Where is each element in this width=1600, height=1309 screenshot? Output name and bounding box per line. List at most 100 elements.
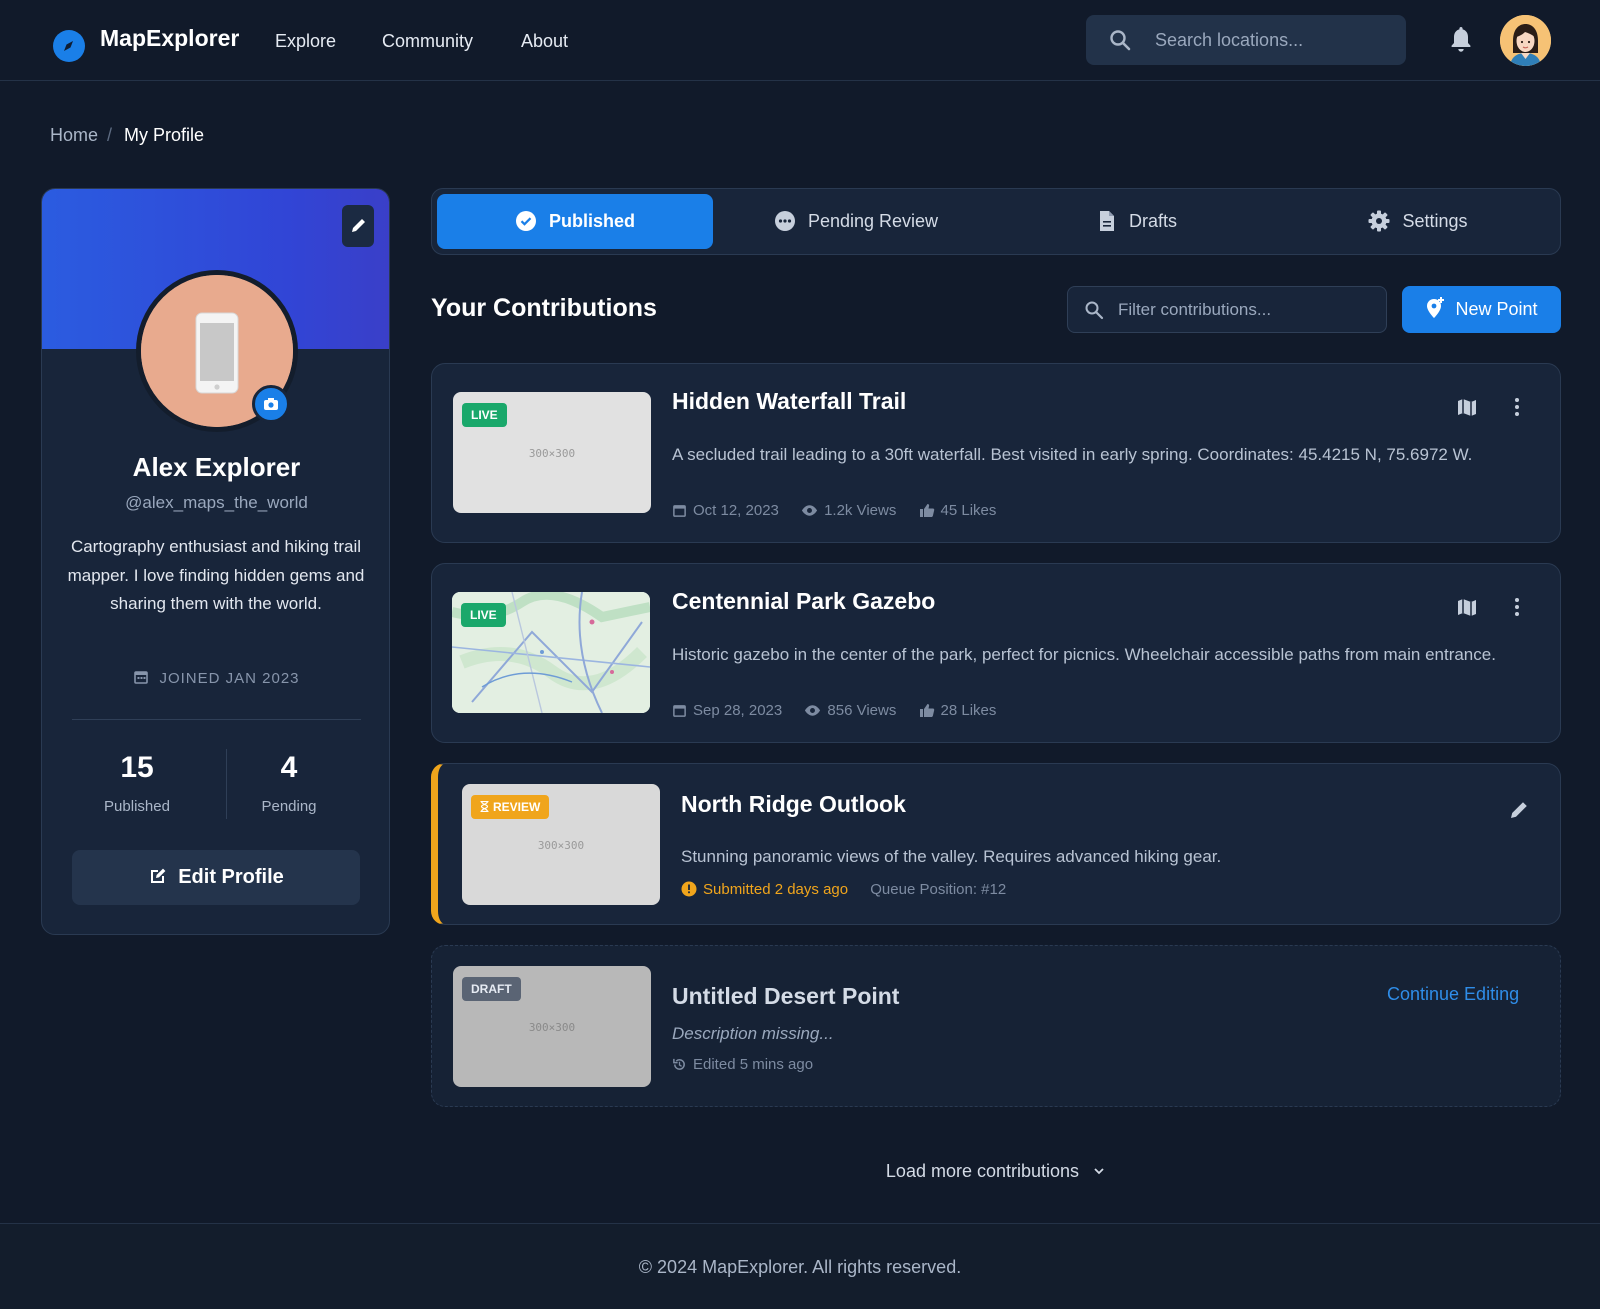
thumbnail: 300×300 LIVE — [453, 392, 651, 513]
search-icon — [1110, 30, 1131, 51]
card-description: Historic gazebo in the center of the par… — [672, 645, 1496, 664]
queue-position: Queue Position: #12 — [870, 881, 1007, 898]
nav-explore[interactable]: Explore — [275, 31, 336, 52]
pencil-icon[interactable] — [1508, 799, 1530, 821]
map-icon[interactable] — [1456, 596, 1478, 618]
search-placeholder: Search locations... — [1155, 30, 1304, 50]
new-point-button[interactable]: New Point — [1402, 286, 1561, 333]
map-thumbnail: LIVE — [452, 592, 650, 713]
breadcrumb-separator: / — [107, 125, 113, 145]
profile-name: Alex Explorer — [132, 452, 301, 482]
date-text: Sep 28, 2023 — [693, 702, 783, 719]
calendar-icon — [134, 671, 149, 684]
card-title[interactable]: North Ridge Outlook — [681, 791, 906, 818]
tab-settings-label: Settings — [1402, 211, 1468, 231]
status-badge: LIVE — [462, 403, 507, 427]
copyright: © 2024 MapExplorer. All rights reserved. — [638, 1257, 962, 1277]
bell-icon[interactable] — [1449, 25, 1473, 53]
nav-about[interactable]: About — [521, 31, 568, 52]
thumbnail-placeholder: 300×300 — [528, 447, 576, 460]
tab-drafts-label: Drafts — [1128, 211, 1177, 231]
camera-icon — [264, 398, 278, 410]
history-icon — [673, 1058, 685, 1070]
edit-icon — [151, 868, 166, 883]
likes-text: 28 Likes — [940, 702, 997, 719]
pencil-icon — [352, 219, 365, 232]
status-badge: REVIEW — [471, 795, 550, 819]
more-options-icon[interactable] — [1506, 596, 1528, 618]
views-text: 856 Views — [827, 702, 897, 719]
tab-drafts[interactable]: Drafts — [999, 194, 1275, 249]
card-title[interactable]: Centennial Park Gazebo — [672, 588, 935, 615]
thumbnail: 300×300 REVIEW — [462, 784, 660, 905]
views-meta: 856 Views — [804, 702, 896, 719]
footer: © 2024 MapExplorer. All rights reserved. — [0, 1223, 1600, 1309]
date-text: Oct 12, 2023 — [693, 502, 779, 519]
search-icon — [1085, 301, 1104, 320]
card-title[interactable]: Untitled Desert Point — [672, 983, 899, 1010]
brand-name[interactable]: MapExplorer — [100, 25, 239, 52]
more-options-icon[interactable] — [1506, 396, 1528, 418]
thumbnail-placeholder: 300×300 — [537, 839, 585, 852]
joined-text: JOINED JAN 2023 — [159, 670, 300, 687]
card-description: Description missing... — [672, 1024, 834, 1043]
calendar-icon — [673, 705, 686, 717]
status-badge: LIVE — [461, 603, 506, 627]
breadcrumb-current: My Profile — [124, 125, 205, 145]
views-text: 1.2k Views — [824, 502, 897, 519]
contribution-card[interactable]: 300×300 LIVE Hidden Waterfall Trail A se… — [431, 363, 1561, 543]
status-text: REVIEW — [493, 800, 541, 814]
user-avatar[interactable] — [1500, 15, 1551, 66]
check-circle-icon — [515, 211, 536, 231]
continue-editing-link[interactable]: Continue Editing — [1387, 984, 1519, 1005]
pending-count: 4 — [280, 751, 298, 784]
breadcrumb-home[interactable]: Home — [50, 125, 98, 146]
card-meta: Oct 12, 2023 1.2k Views 45 Likes — [672, 502, 1014, 519]
load-more-label: Load more contributions — [885, 1161, 1080, 1181]
pending-label: Pending — [261, 798, 317, 815]
likes-meta: 45 Likes — [919, 502, 997, 519]
tab-pending-label: Pending Review — [807, 211, 939, 231]
likes-text: 45 Likes — [940, 502, 997, 519]
published-count: 15 — [120, 751, 154, 784]
contribution-card[interactable]: LIVE Centennial Park Gazebo Historic gaz… — [431, 563, 1561, 743]
card-title[interactable]: Hidden Waterfall Trail — [672, 388, 906, 415]
edit-cover-button[interactable] — [342, 205, 374, 247]
tab-published-label: Published — [548, 211, 635, 231]
published-label: Published — [104, 798, 170, 815]
load-more-button[interactable]: Load more contributions — [0, 1161, 1600, 1182]
nav-community[interactable]: Community — [382, 31, 473, 52]
info-icon — [681, 881, 697, 897]
eye-icon — [802, 505, 818, 516]
compass-logo-icon[interactable] — [53, 30, 85, 62]
filter-placeholder: Filter contributions... — [1118, 300, 1272, 319]
tab-pending-review[interactable]: Pending Review — [718, 194, 994, 249]
new-point-label: New Point — [1455, 299, 1538, 319]
date-meta: Oct 12, 2023 — [672, 502, 779, 519]
status-badge: DRAFT — [462, 977, 521, 1001]
hourglass-icon — [480, 800, 489, 813]
tab-settings[interactable]: Settings — [1280, 194, 1556, 249]
contribution-card-draft[interactable]: 300×300 DRAFT Untitled Desert Point Desc… — [431, 945, 1561, 1107]
contribution-card-review[interactable]: 300×300 REVIEW North Ridge Outlook Stunn… — [431, 763, 1561, 925]
filter-input[interactable]: Filter contributions... — [1067, 286, 1387, 333]
map-icon[interactable] — [1456, 396, 1478, 418]
thumbnail-placeholder: 300×300 — [528, 1021, 576, 1034]
search-input[interactable]: Search locations... — [1086, 15, 1406, 65]
card-meta: Sep 28, 2023 856 Views 28 Likes — [672, 702, 1014, 719]
pending-icon — [774, 211, 795, 231]
profile-handle: @alex_maps_the_world — [125, 493, 308, 512]
submitted-text: Submitted 2 days ago — [703, 881, 849, 898]
tab-bar: Published Pending Review Drafts Settings — [431, 188, 1561, 255]
thumbs-up-icon — [919, 704, 934, 717]
card-description: Stunning panoramic views of the valley. … — [681, 847, 1222, 866]
chevron-down-icon — [1094, 1168, 1104, 1175]
card-description: A secluded trail leading to a 30ft water… — [672, 445, 1473, 464]
likes-meta: 28 Likes — [919, 702, 997, 719]
add-location-icon — [1427, 297, 1445, 318]
change-photo-button[interactable] — [252, 385, 290, 423]
tab-published[interactable]: Published — [437, 194, 713, 249]
views-meta: 1.2k Views — [801, 502, 896, 519]
top-navbar: MapExplorer Explore Community About Sear… — [0, 0, 1600, 81]
edit-profile-button[interactable]: Edit Profile — [72, 850, 360, 905]
